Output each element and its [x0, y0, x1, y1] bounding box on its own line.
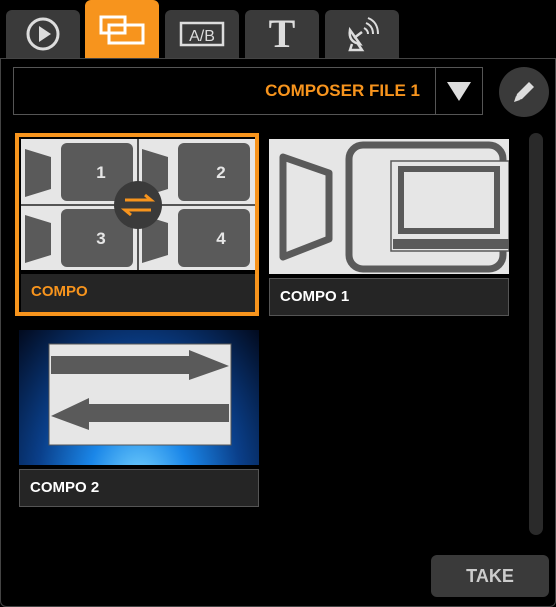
scrollbar[interactable] — [529, 133, 543, 535]
pencil-icon — [514, 82, 534, 102]
cell-label: 2 — [216, 163, 225, 182]
chevron-down-icon — [447, 82, 471, 101]
quad-layout-icon: 1 2 3 4 — [21, 139, 255, 270]
composition-thumbnail: 1 2 3 4 — [21, 139, 255, 270]
tab-broadcast[interactable] — [325, 10, 399, 58]
edit-button[interactable] — [499, 67, 549, 117]
play-icon — [26, 17, 60, 51]
take-button[interactable]: TAKE — [431, 555, 549, 597]
svg-text:A/B: A/B — [189, 28, 215, 45]
composition-tile-compo-2[interactable]: COMPO 2 — [19, 330, 259, 507]
text-icon: T — [268, 11, 296, 56]
tab-play[interactable] — [6, 10, 80, 58]
composer-icon — [99, 15, 145, 45]
composition-label: COMPO — [21, 274, 255, 312]
composer-panel: COMPOSER FILE 1 1 2 3 4 COMPO COMPO 1 CO… — [0, 58, 556, 607]
cell-label: 4 — [216, 229, 226, 248]
tab-ab[interactable]: A/B — [165, 10, 239, 58]
composition-tile-compo[interactable]: 1 2 3 4 COMPO — [15, 133, 259, 316]
tab-text[interactable]: T — [245, 10, 319, 58]
cell-label: 1 — [96, 163, 105, 182]
tab-composer[interactable] — [85, 0, 159, 58]
satellite-dish-icon — [348, 17, 379, 52]
ab-switch-icon: A/B — [179, 21, 225, 47]
tab-bar: A/B T — [0, 0, 556, 58]
transition-arrows-icon — [48, 343, 232, 446]
composer-file-select[interactable]: COMPOSER FILE 1 — [13, 67, 483, 115]
dropdown-button[interactable] — [435, 68, 482, 114]
composition-thumbnail — [19, 330, 259, 465]
composition-thumbnail — [269, 139, 509, 274]
picture-in-picture-icon — [279, 141, 509, 273]
cell-label: 3 — [96, 229, 105, 248]
composition-label: COMPO 2 — [19, 469, 259, 507]
composer-file-value: COMPOSER FILE 1 — [265, 81, 420, 100]
composition-tile-compo-1[interactable]: COMPO 1 — [269, 139, 509, 316]
composition-label: COMPO 1 — [269, 278, 509, 316]
